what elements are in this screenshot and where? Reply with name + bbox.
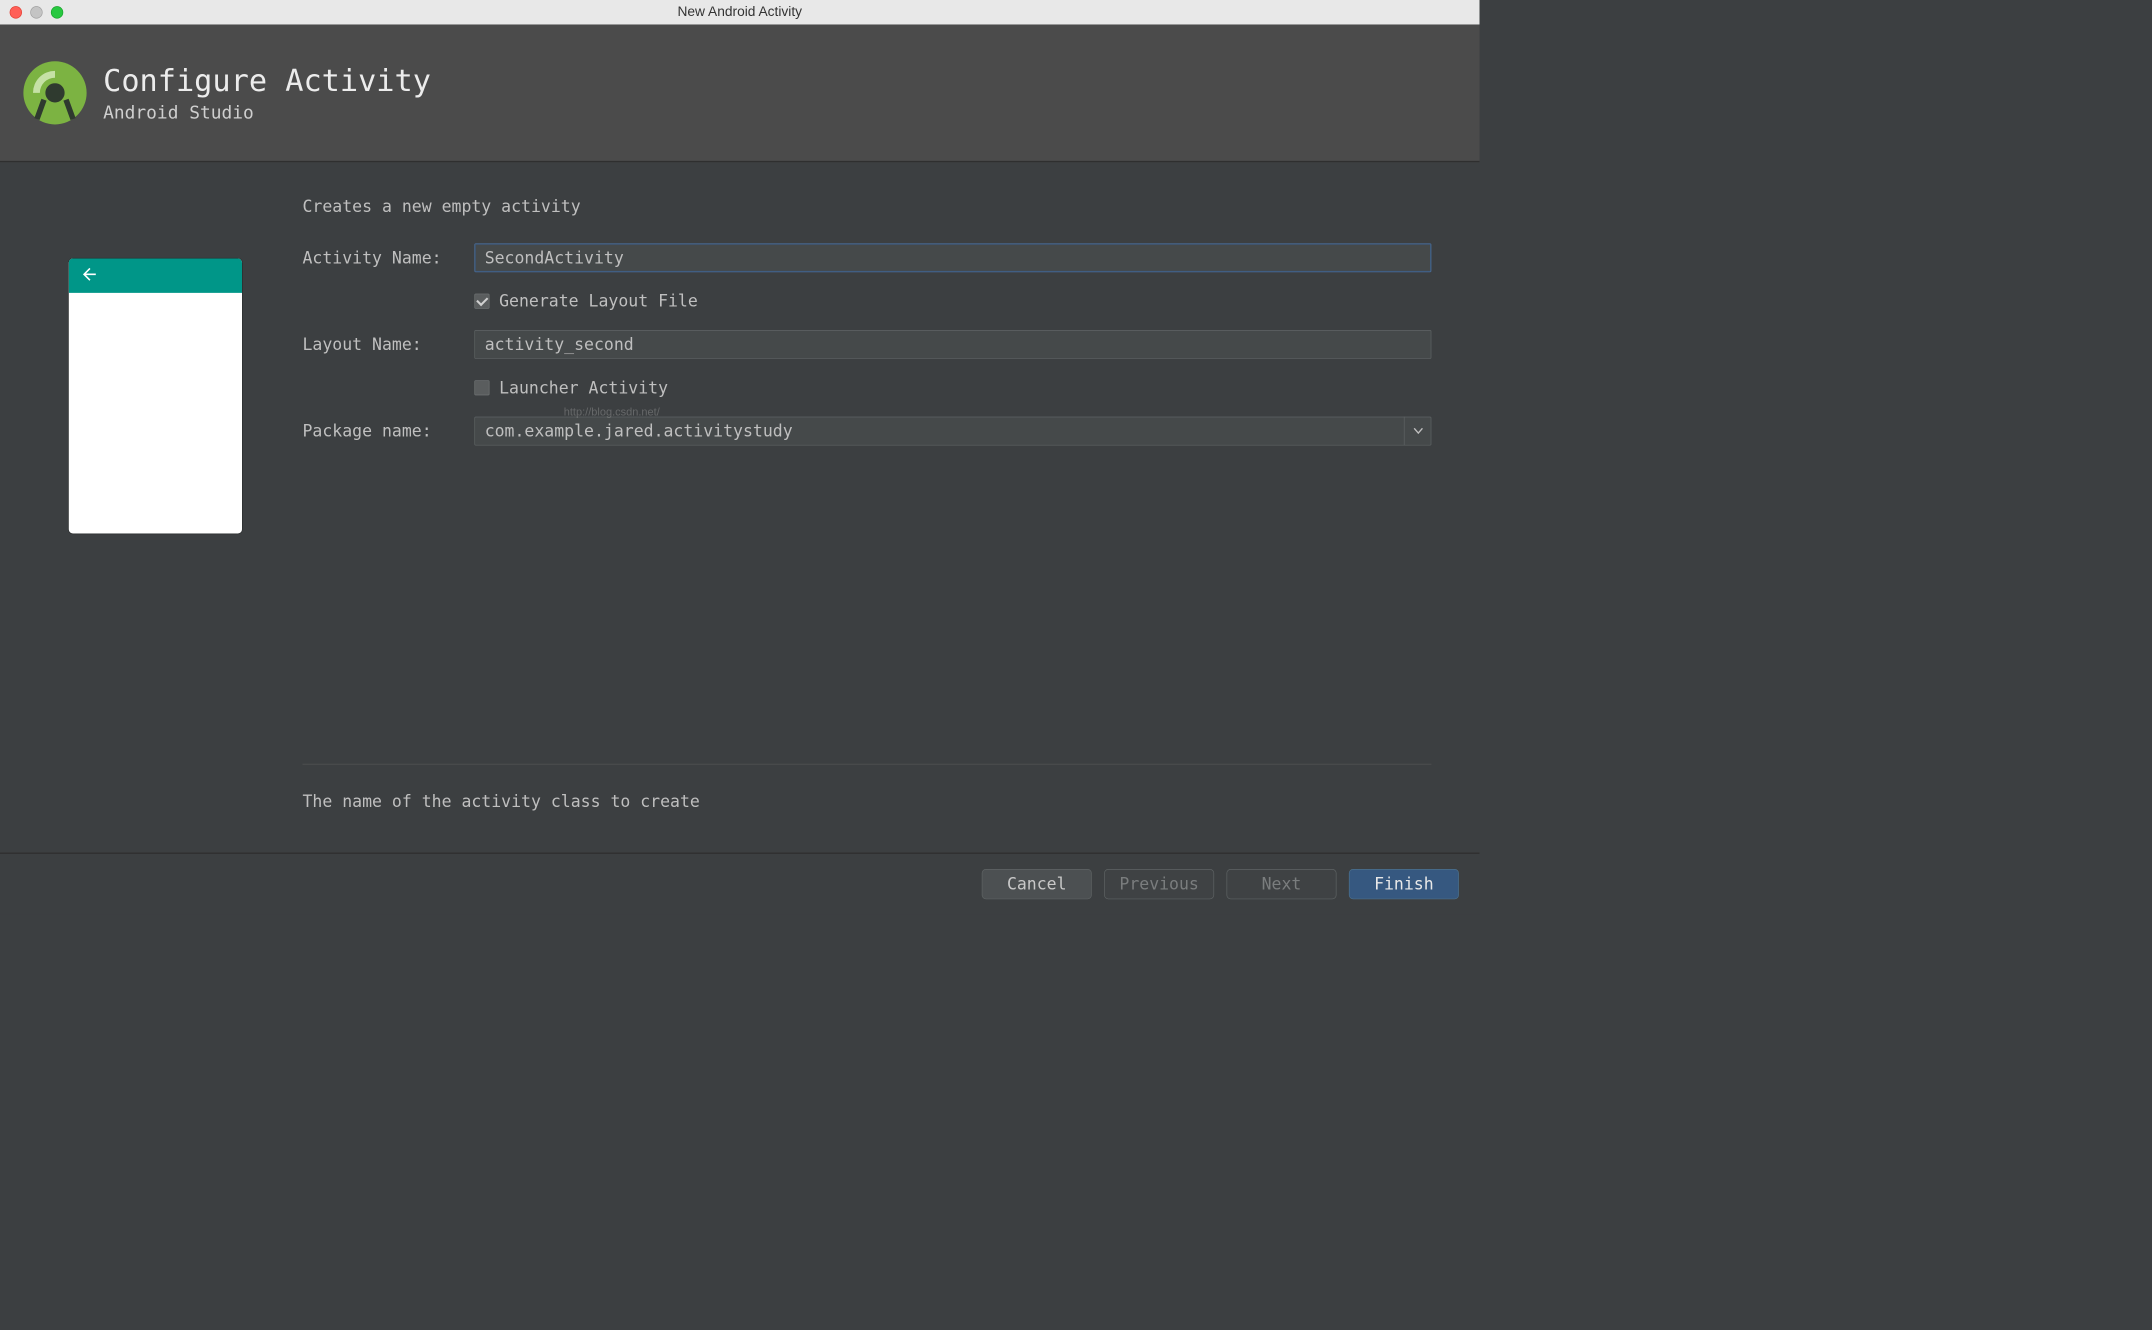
activity-name-label: Activity Name: — [303, 248, 475, 267]
launcher-activity-checkbox[interactable] — [474, 380, 489, 395]
activity-preview — [69, 259, 242, 534]
back-arrow-icon — [80, 265, 99, 287]
watermark-text: http://blog.csdn.net/ — [564, 406, 660, 418]
previous-button[interactable]: Previous — [1104, 869, 1214, 899]
next-button[interactable]: Next — [1227, 869, 1337, 899]
launcher-activity-label: Launcher Activity — [499, 378, 668, 397]
help-text: The name of the activity class to create — [303, 765, 1432, 853]
launcher-activity-checkbox-row[interactable]: Launcher Activity — [474, 378, 1431, 397]
layout-name-input[interactable] — [474, 330, 1431, 359]
activity-name-input[interactable] — [474, 243, 1431, 272]
finish-button[interactable]: Finish — [1349, 869, 1459, 899]
cancel-button[interactable]: Cancel — [982, 869, 1092, 899]
package-name-input[interactable] — [474, 417, 1431, 446]
wizard-footer: Cancel Previous Next Finish — [0, 853, 1480, 915]
generate-layout-checkbox[interactable] — [474, 294, 489, 309]
wizard-title: Configure Activity — [103, 63, 431, 98]
window-title: New Android Activity — [0, 4, 1480, 20]
layout-name-label: Layout Name: — [303, 335, 475, 354]
generate-layout-checkbox-row[interactable]: Generate Layout File — [474, 292, 1431, 311]
form-description: Creates a new empty activity — [303, 197, 1432, 216]
generate-layout-label: Generate Layout File — [499, 292, 698, 311]
package-name-dropdown-button[interactable] — [1404, 417, 1432, 446]
wizard-header: Configure Activity Android Studio — [0, 25, 1480, 163]
wizard-subtitle: Android Studio — [103, 102, 431, 123]
titlebar: New Android Activity — [0, 0, 1480, 25]
package-name-label: Package name: — [303, 421, 475, 440]
android-studio-logo-icon — [21, 58, 90, 127]
